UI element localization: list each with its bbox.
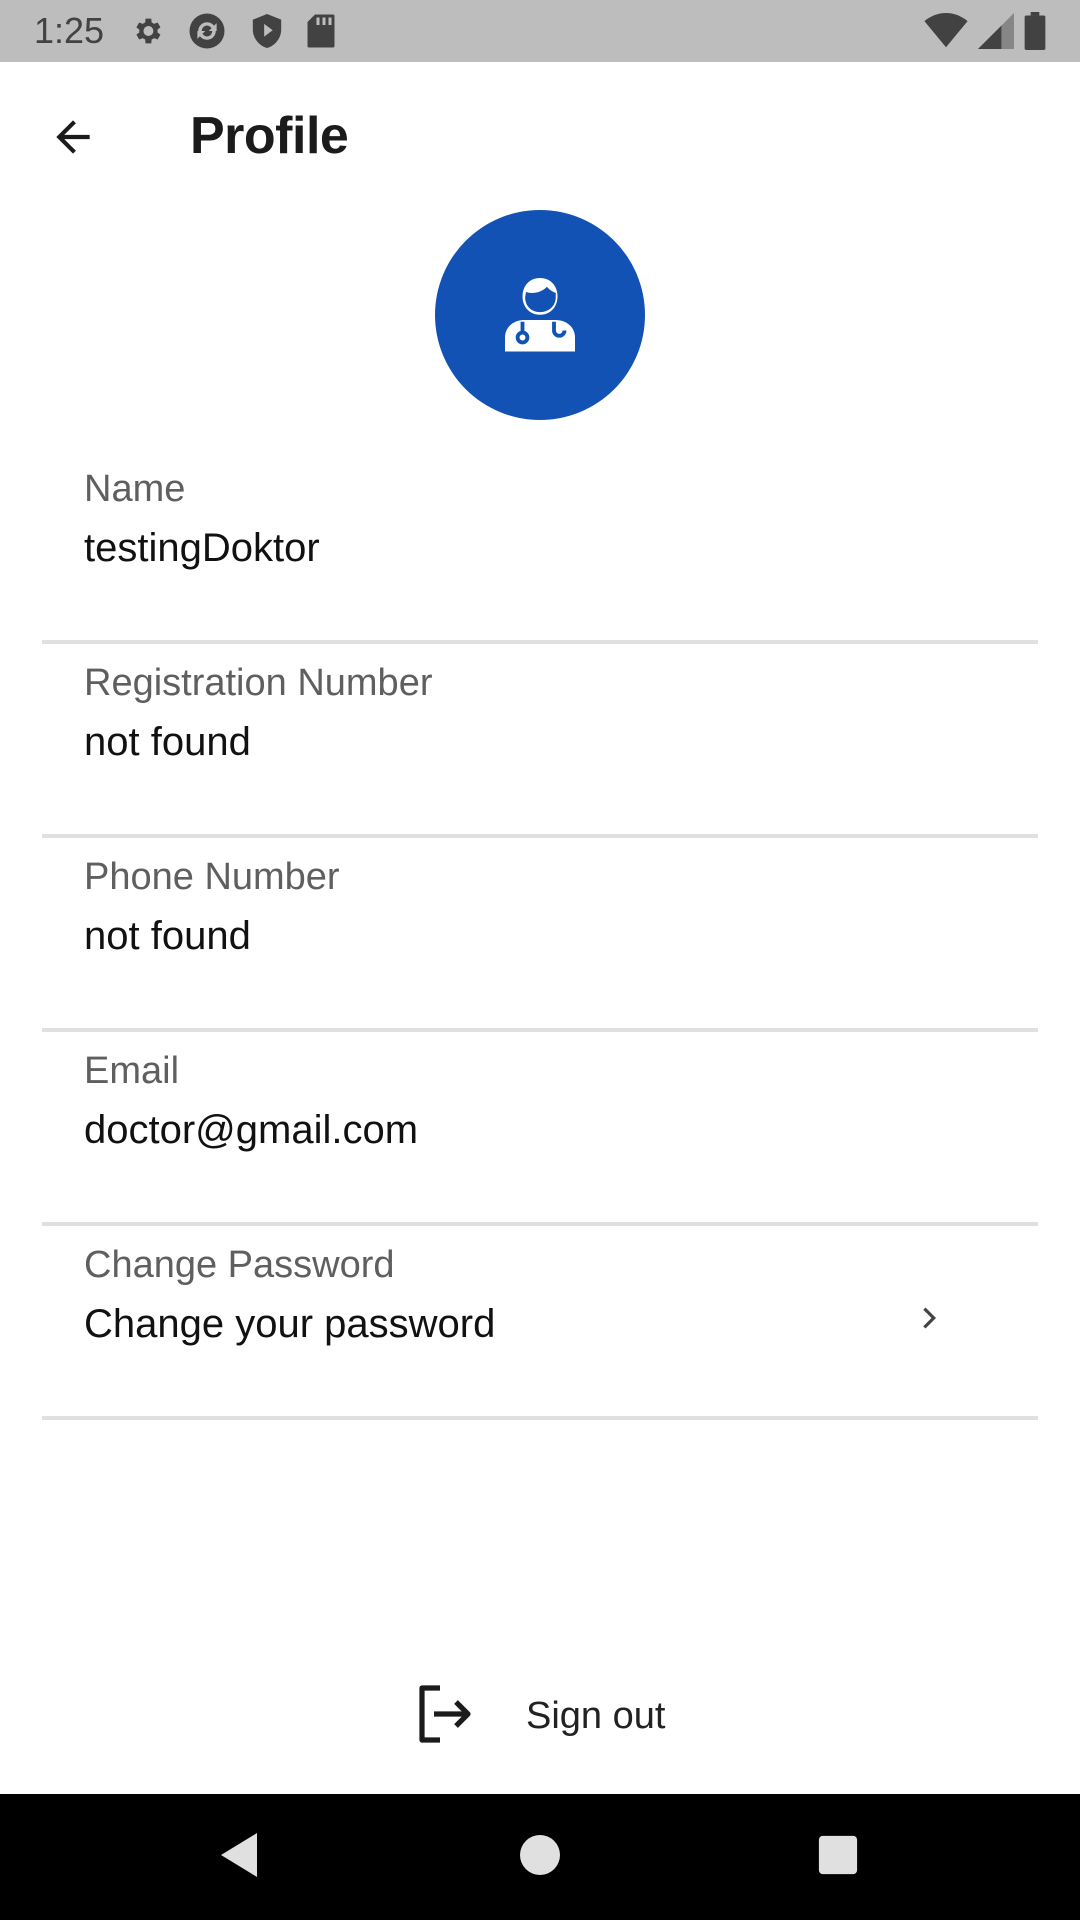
gear-icon — [130, 14, 164, 48]
field-email: Email doctor@gmail.com — [42, 1032, 1038, 1226]
app-bar: Profile — [0, 62, 1080, 210]
field-value: doctor@gmail.com — [84, 1108, 419, 1152]
shield-play-icon — [250, 12, 284, 50]
field-label: Phone Number — [84, 856, 340, 898]
field-label: Change Password — [84, 1244, 395, 1286]
home-circle-icon — [518, 1833, 562, 1882]
field-phone-number: Phone Number not found — [42, 838, 1038, 1032]
field-name: Name testingDoktor — [42, 450, 1038, 644]
page-title: Profile — [190, 107, 349, 165]
status-system-icons — [924, 12, 1046, 50]
signal-icon — [978, 13, 1014, 49]
field-label: Registration Number — [84, 662, 433, 704]
doctor-icon — [498, 271, 582, 360]
field-value: Change your password — [84, 1302, 496, 1346]
recents-square-icon — [817, 1834, 859, 1881]
back-triangle-icon — [217, 1831, 261, 1884]
profile-field-list: Name testingDoktor Registration Number n… — [42, 450, 1038, 1420]
sign-out-button[interactable]: Sign out — [412, 1680, 665, 1752]
profile-screen: 1:25 Profile Name testingDoktor Registra… — [0, 0, 1080, 1920]
back-button[interactable] — [34, 100, 112, 178]
arrow-left-icon — [48, 112, 98, 167]
nav-home-button[interactable] — [515, 1832, 565, 1882]
avatar — [435, 210, 645, 420]
field-label: Name — [84, 468, 186, 510]
status-bar: 1:25 — [0, 0, 1080, 62]
logout-icon — [412, 1682, 476, 1751]
field-value: not found — [84, 720, 251, 764]
field-value: not found — [84, 914, 251, 958]
battery-icon — [1024, 12, 1046, 50]
sign-out-label: Sign out — [526, 1694, 666, 1737]
chevron-right-icon — [910, 1298, 950, 1338]
nav-recents-button[interactable] — [813, 1832, 863, 1882]
change-password-row[interactable]: Change Password Change your password — [42, 1226, 1038, 1420]
status-time: 1:25 — [34, 10, 105, 51]
status-notification-icons — [130, 10, 336, 52]
field-registration-number: Registration Number not found — [42, 644, 1038, 838]
field-label: Email — [84, 1050, 180, 1092]
system-nav-bar — [0, 1794, 1080, 1920]
field-value: testingDoktor — [84, 526, 320, 570]
nav-back-button[interactable] — [214, 1832, 264, 1882]
wifi-icon — [924, 13, 968, 49]
sync-icon — [186, 10, 228, 52]
sd-card-icon — [306, 13, 336, 49]
